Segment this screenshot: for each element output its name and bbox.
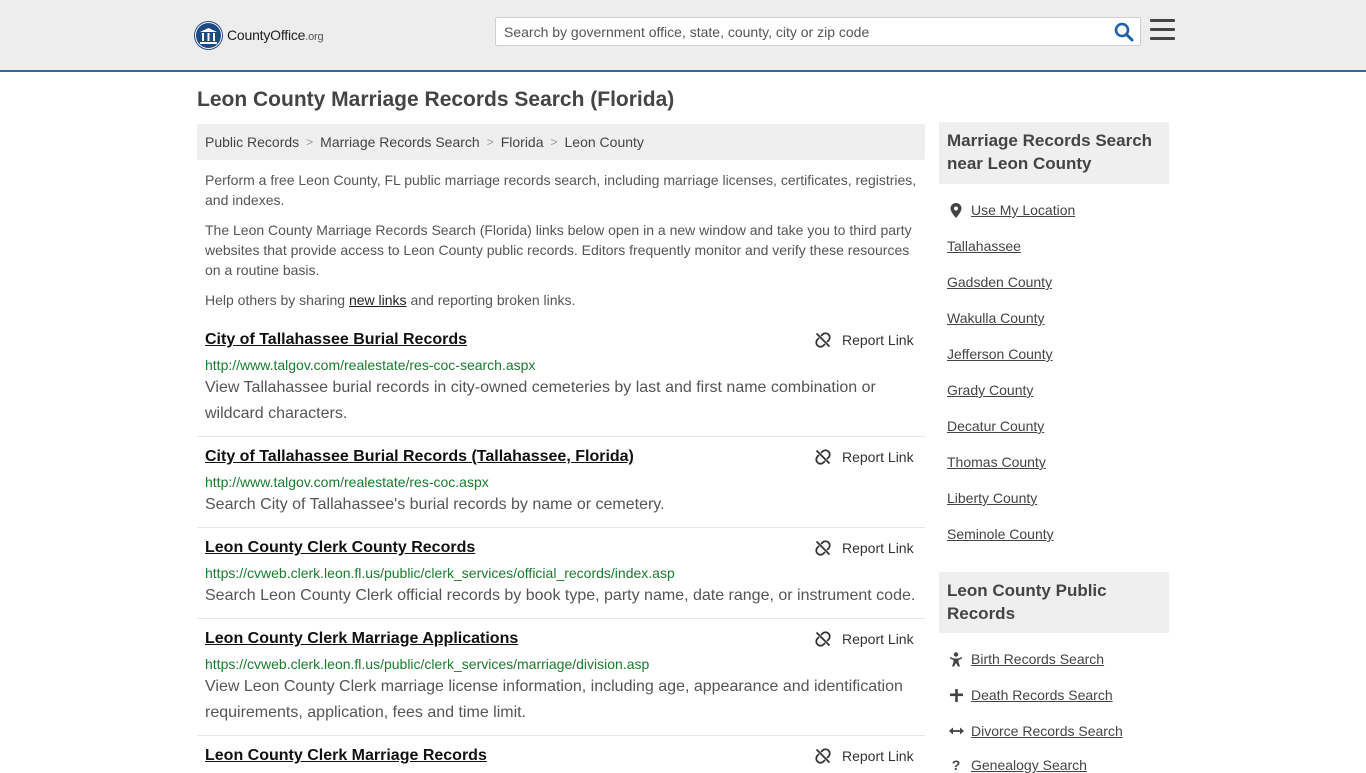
result-description: Search Leon County Clerk official record… [205, 587, 916, 604]
report-link-button[interactable]: Report Link [815, 748, 914, 764]
result-url: https://cvweb.clerk.leon.fl.us/public/cl… [205, 565, 675, 581]
result-url: http://www.talgov.com/realestate/res-coc… [205, 474, 489, 490]
report-link-button[interactable]: Report Link [815, 631, 914, 647]
result-title-link[interactable]: Leon County Clerk Marriage Records [205, 747, 487, 765]
breadcrumb-leon-county[interactable]: Leon County [565, 134, 644, 150]
result-item: Leon County Clerk Marriage Records Repor… [197, 746, 925, 768]
hamburger-menu-icon[interactable] [1150, 19, 1175, 41]
result-url: http://www.talgov.com/realestate/res-coc… [205, 357, 536, 373]
result-title-link[interactable]: City of Tallahassee Burial Records [205, 331, 467, 349]
logo-seal-icon [194, 20, 223, 50]
nearby-link-grady[interactable]: Grady County [947, 382, 1033, 398]
result-description: View Leon County Clerk marriage license … [205, 678, 903, 721]
site-header: CountyOffice.org [0, 0, 1366, 72]
result-title-link[interactable]: Leon County Clerk Marriage Applications [205, 630, 518, 648]
result-title-link[interactable]: City of Tallahassee Burial Records (Tall… [205, 448, 634, 466]
intro-paragraph-3: Help others by sharing new links and rep… [205, 292, 576, 308]
logo-text: CountyOffice.org [227, 27, 324, 43]
result-description: Search City of Tallahassee's burial reco… [205, 496, 665, 513]
chevron-right-icon: > [486, 135, 494, 149]
search-box [495, 17, 1141, 46]
nearby-link-gadsden[interactable]: Gadsden County [947, 274, 1052, 290]
report-link-button[interactable]: Report Link [815, 449, 914, 465]
breadcrumb-florida[interactable]: Florida [501, 134, 544, 150]
chevron-right-icon: > [550, 135, 558, 149]
search-icon[interactable] [1114, 22, 1134, 42]
result-description: View Tallahassee burial records in city-… [205, 379, 876, 422]
nearby-link-seminole[interactable]: Seminole County [947, 526, 1054, 542]
nearby-link-thomas[interactable]: Thomas County [947, 454, 1046, 470]
intro-paragraph-1: Perform a free Leon County, FL public ma… [205, 172, 917, 208]
intro-paragraph-2: The Leon County Marriage Records Search … [205, 222, 912, 278]
report-link-button[interactable]: Report Link [815, 540, 914, 556]
search-input[interactable] [496, 18, 1106, 45]
result-item: Leon County Clerk County Records Report … [197, 538, 925, 619]
nearby-heading: Marriage Records Search near Leon County [939, 122, 1169, 184]
result-item: Leon County Clerk Marriage Applications … [197, 629, 925, 736]
arrows-horizontal-icon [947, 726, 965, 736]
broken-link-icon [815, 748, 831, 764]
site-logo[interactable]: CountyOffice.org [194, 20, 324, 50]
result-url: https://cvweb.clerk.leon.fl.us/public/cl… [205, 656, 650, 672]
new-links-link[interactable]: new links [349, 292, 407, 308]
nearby-link-liberty[interactable]: Liberty County [947, 490, 1037, 506]
nearby-link-wakulla[interactable]: Wakulla County [947, 310, 1045, 326]
broken-link-icon [815, 332, 831, 348]
map-pin-icon [947, 202, 965, 218]
broken-link-icon [815, 540, 831, 556]
question-icon: ? [951, 757, 961, 773]
genealogy-search-link[interactable]: ? Genealogy Search [947, 757, 1087, 773]
report-link-button[interactable]: Report Link [815, 332, 914, 348]
chevron-right-icon: > [306, 135, 314, 149]
birth-records-link[interactable]: Birth Records Search [947, 651, 1104, 667]
use-my-location-link[interactable]: Use My Location [947, 202, 1075, 218]
broken-link-icon [815, 449, 831, 465]
result-item: City of Tallahassee Burial Records Repor… [197, 330, 925, 437]
nearby-link-decatur[interactable]: Decatur County [947, 418, 1044, 434]
death-records-link[interactable]: Death Records Search [947, 687, 1113, 703]
result-item: City of Tallahassee Burial Records (Tall… [197, 447, 925, 528]
cross-icon [947, 688, 965, 702]
broken-link-icon [815, 631, 831, 647]
public-records-heading: Leon County Public Records [939, 572, 1169, 633]
nearby-link-jefferson[interactable]: Jefferson County [947, 346, 1053, 362]
result-title-link[interactable]: Leon County Clerk County Records [205, 539, 475, 557]
divorce-records-link[interactable]: Divorce Records Search [947, 723, 1123, 739]
baby-icon [947, 651, 965, 667]
breadcrumb-marriage-records[interactable]: Marriage Records Search [320, 134, 480, 150]
breadcrumb-public-records[interactable]: Public Records [205, 134, 299, 150]
breadcrumb: Public Records > Marriage Records Search… [197, 124, 925, 160]
nearby-link-tallahassee[interactable]: Tallahassee [947, 238, 1021, 254]
page-title: Leon County Marriage Records Search (Flo… [197, 88, 675, 111]
